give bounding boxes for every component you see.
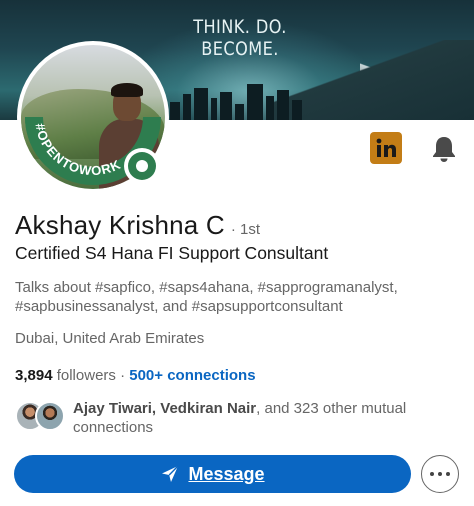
connections-link[interactable]: 500+ connections	[129, 367, 255, 384]
mutual-names: Ajay Tiwari, Vedkiran Nair	[73, 400, 257, 417]
connection-degree: · 1st	[230, 221, 261, 238]
message-button-label: Message	[188, 463, 265, 484]
profile-name: Akshay Krishna C	[15, 210, 225, 240]
talks-about: Talks about #sapfico, #saps4ahana, #sapp…	[15, 279, 398, 315]
mutual-connections-text: Ajay Tiwari, Vedkiran Nair, and 323 othe…	[73, 399, 465, 437]
avatar	[35, 401, 65, 431]
svg-text:#OPENTOWORK: #OPENTOWORK	[32, 122, 123, 178]
more-options-button[interactable]	[421, 455, 459, 493]
profile-headline: Certified S4 Hana FI Support Consultant	[15, 243, 329, 263]
profile-stats: 3,894 followers · 500+ connections	[15, 367, 256, 384]
mutual-connections[interactable]: Ajay Tiwari, Vedkiran Nair, and 323 othe…	[15, 399, 465, 437]
city-skyline	[170, 80, 370, 120]
profile-location: Dubai, United Arab Emirates	[15, 330, 205, 347]
followers-label: followers	[56, 367, 116, 384]
linkedin-logo-icon[interactable]	[370, 132, 402, 164]
paper-plane-icon	[162, 465, 179, 482]
banner-tagline: THINK. DO. BECOME.	[193, 16, 287, 60]
mutual-facepile	[15, 399, 67, 431]
open-to-work-badge[interactable]	[124, 148, 160, 184]
bell-icon[interactable]	[429, 134, 459, 164]
more-horizontal-icon	[430, 472, 434, 476]
open-to-work-text: #OPENTOWORK	[32, 122, 122, 178]
followers-count: 3,894	[15, 367, 53, 384]
message-button[interactable]: Message	[14, 455, 411, 493]
profile-name-row: Akshay Krishna C · 1st	[15, 210, 260, 241]
